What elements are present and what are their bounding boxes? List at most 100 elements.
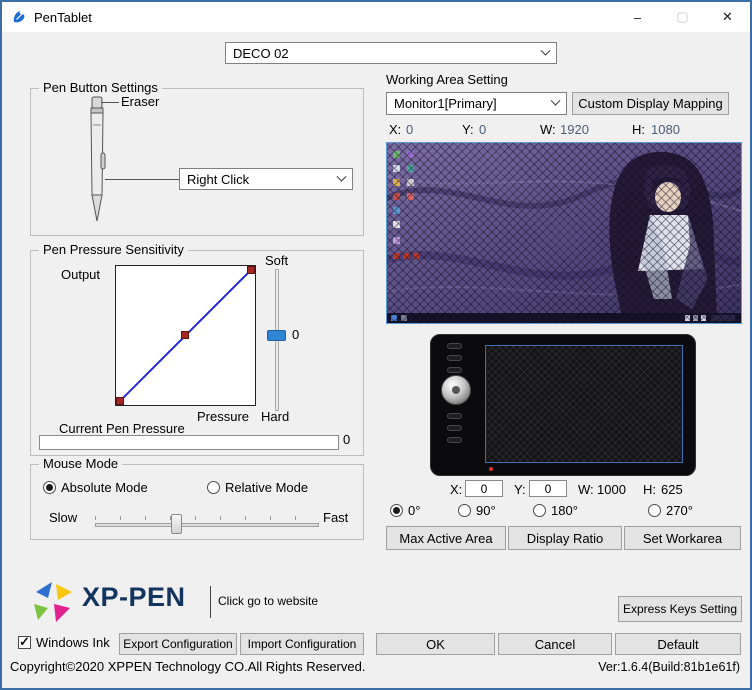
rotation-270-radio[interactable]: 270° (648, 503, 693, 518)
windows-ink-checkbox[interactable]: Windows Ink (18, 635, 110, 650)
absolute-mode-radio[interactable]: Absolute Mode (43, 480, 148, 495)
absolute-mode-label: Absolute Mode (61, 480, 148, 495)
brand-name[interactable]: XP-PEN (82, 582, 186, 613)
custom-display-mapping-button[interactable]: Custom Display Mapping (572, 92, 729, 115)
set-workarea-button[interactable]: Set Workarea (624, 526, 741, 550)
express-key-icon (447, 355, 462, 361)
rotation-0-radio[interactable]: 0° (390, 503, 420, 518)
screen-y-value: 0 (479, 122, 486, 137)
eraser-pointer-line (101, 102, 119, 103)
pressure-group-title: Pen Pressure Sensitivity (39, 242, 188, 257)
pen-illustration-icon (83, 95, 113, 227)
soft-hard-slider-thumb[interactable] (267, 330, 286, 341)
tablet-led-icon (489, 467, 493, 471)
pressure-sensitivity-group: Pen Pressure Sensitivity Output Pressure… (30, 250, 364, 456)
tablet-h-label: H: (643, 482, 656, 497)
checkbox-icon (18, 636, 31, 649)
radio-icon (648, 504, 661, 517)
tablet-h-value: 625 (661, 482, 683, 497)
radio-icon (207, 481, 220, 494)
rotation-90-radio[interactable]: 90° (458, 503, 496, 518)
radio-icon (533, 504, 546, 517)
relative-mode-radio[interactable]: Relative Mode (207, 480, 308, 495)
rotation-180-radio[interactable]: 180° (533, 503, 578, 518)
express-key-icon (447, 367, 462, 373)
chevron-down-icon (541, 45, 551, 55)
chevron-down-icon (551, 96, 561, 106)
screen-h-label: H: (632, 122, 645, 137)
device-select[interactable]: DECO 02 (225, 42, 557, 64)
tablet-active-area[interactable] (485, 345, 683, 463)
device-select-value: DECO 02 (233, 46, 289, 61)
display-ratio-button[interactable]: Display Ratio (508, 526, 622, 550)
screen-w-value: 1920 (560, 122, 589, 137)
mouse-mode-group: Mouse Mode Absolute Mode Relative Mode S… (30, 464, 364, 540)
radio-icon (390, 504, 403, 517)
screen-y-label: Y: (462, 122, 474, 137)
rotation-180-label: 180° (551, 503, 578, 518)
titlebar: PenTablet – ▢ ✕ (2, 2, 750, 32)
tablet-x-label: X: (450, 482, 462, 497)
tablet-x-input[interactable] (465, 480, 503, 497)
slow-label: Slow (49, 510, 77, 525)
rotation-270-label: 270° (666, 503, 693, 518)
screen-mapping-preview[interactable] (386, 142, 742, 324)
xp-pen-logo-icon[interactable] (30, 578, 76, 626)
app-icon (11, 9, 27, 25)
screen-x-value: 0 (406, 122, 413, 137)
hard-label: Hard (261, 409, 289, 424)
website-hint[interactable]: Click go to website (218, 594, 318, 608)
monitor-select[interactable]: Monitor1[Primary] (386, 92, 567, 115)
close-button[interactable]: ✕ (705, 2, 750, 32)
express-keys-setting-button[interactable]: Express Keys Setting (618, 596, 742, 622)
pen-button-group-title: Pen Button Settings (39, 80, 162, 95)
relative-mode-label: Relative Mode (225, 480, 308, 495)
tablet-illustration (430, 334, 696, 476)
monitor-select-value: Monitor1[Primary] (394, 96, 497, 111)
pentablet-window: PenTablet – ▢ ✕ DECO 02 Pen Button Setti… (0, 0, 752, 690)
current-pressure-value: 0 (343, 432, 350, 447)
import-configuration-button[interactable]: Import Configuration (240, 633, 364, 655)
current-pressure-bar (39, 435, 339, 450)
maximize-button: ▢ (660, 2, 705, 32)
chevron-down-icon (337, 171, 347, 181)
max-active-area-button[interactable]: Max Active Area (386, 526, 506, 550)
soft-label: Soft (265, 253, 288, 268)
screen-x-label: X: (389, 122, 401, 137)
pressure-axis-label: Pressure (197, 409, 249, 424)
screen-h-value: 1080 (651, 122, 680, 137)
rotation-0-label: 0° (408, 503, 420, 518)
version-text: Ver:1.6.4(Build:81b1e61f) (580, 660, 740, 674)
tablet-w-label: W: (578, 482, 594, 497)
soft-hard-slider-value: 0 (292, 327, 299, 342)
ok-button[interactable]: OK (376, 633, 495, 655)
pressure-curve-graph[interactable] (115, 265, 256, 406)
speed-slider-thumb[interactable] (171, 514, 182, 534)
screen-w-label: W: (540, 122, 556, 137)
tablet-y-input[interactable] (529, 480, 567, 497)
radio-icon (458, 504, 471, 517)
default-button[interactable]: Default (615, 633, 741, 655)
current-pressure-label: Current Pen Pressure (59, 421, 185, 436)
speed-slider-ticks (95, 516, 319, 520)
pen-button-action-select[interactable]: Right Click (179, 168, 353, 190)
mapping-hatch-overlay (387, 143, 741, 323)
express-key-icon (447, 343, 462, 349)
express-key-icon (447, 413, 462, 419)
speed-slider-track[interactable] (95, 523, 319, 527)
express-key-icon (447, 425, 462, 431)
working-area-title: Working Area Setting (386, 72, 508, 87)
copyright-text: Copyright©2020 XPPEN Technology CO.All R… (10, 659, 365, 674)
fast-label: Fast (323, 510, 348, 525)
minimize-button[interactable]: – (615, 2, 660, 32)
pen-button-action-value: Right Click (187, 172, 249, 187)
windows-ink-label: Windows Ink (36, 635, 110, 650)
radio-icon (43, 481, 56, 494)
rotation-90-label: 90° (476, 503, 496, 518)
export-configuration-button[interactable]: Export Configuration (119, 633, 237, 655)
output-label: Output (61, 267, 100, 282)
button-pointer-line (105, 179, 179, 180)
eraser-label: Eraser (121, 94, 159, 109)
cancel-button[interactable]: Cancel (498, 633, 612, 655)
pen-button-settings-group: Pen Button Settings Eraser Right Click (30, 88, 364, 236)
